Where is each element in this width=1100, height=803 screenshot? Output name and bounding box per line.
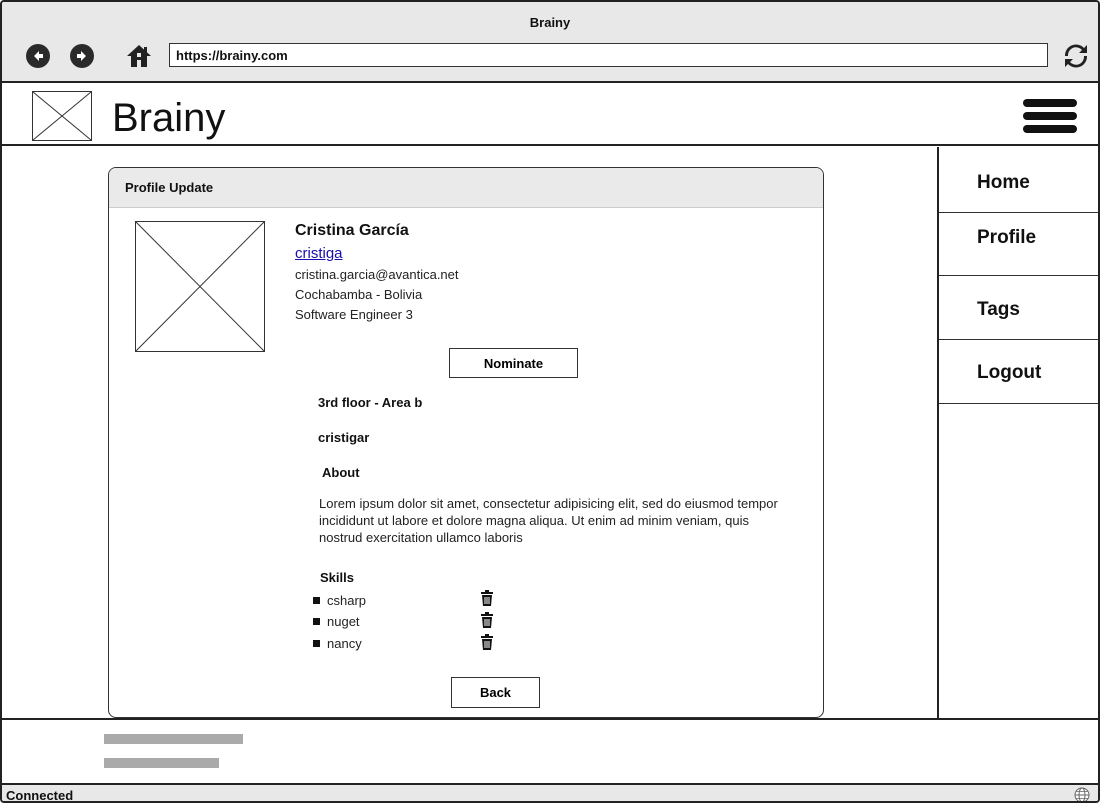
avatar-placeholder <box>135 221 265 352</box>
about-heading: About <box>322 465 360 480</box>
trash-icon[interactable] <box>481 590 493 606</box>
profile-handle: cristigar <box>318 430 370 445</box>
status-text: Connected <box>6 788 74 803</box>
reload-icon[interactable] <box>1062 42 1090 70</box>
panel-title: Profile Update <box>109 168 823 208</box>
status-bar: Connected <box>2 785 1098 803</box>
bullet-icon <box>313 618 320 625</box>
skill-item: nancy <box>313 636 362 651</box>
trash-icon[interactable] <box>481 634 493 650</box>
nav-item-logout[interactable]: Logout <box>939 340 1098 404</box>
back-button[interactable]: Back <box>451 677 540 708</box>
url-input[interactable]: https://brainy.com <box>169 43 1048 67</box>
bullet-icon <box>313 640 320 647</box>
nav-item-label: Tags <box>977 299 1020 320</box>
back-arrow-icon[interactable] <box>26 44 50 68</box>
footer-placeholder-line <box>104 758 219 768</box>
side-navigation: Home Profile Tags Logout <box>937 147 1098 719</box>
office-location: 3rd floor - Area b <box>318 395 423 410</box>
skill-label: nuget <box>327 614 360 629</box>
skill-label: csharp <box>327 593 367 608</box>
profile-name: Cristina García <box>295 222 409 239</box>
globe-icon <box>1074 787 1090 801</box>
forward-arrow-icon[interactable] <box>70 44 94 68</box>
browser-window: Brainy https://brainy.com Brainy Home Pr… <box>0 0 1100 803</box>
brand-title: Brainy <box>112 96 226 140</box>
nav-item-profile[interactable]: Profile <box>939 213 1098 276</box>
skill-label: nancy <box>327 636 362 651</box>
nominate-button[interactable]: Nominate <box>449 348 578 378</box>
nav-item-label: Home <box>977 172 1030 193</box>
nav-item-label: Profile <box>977 227 1037 248</box>
window-title: Brainy <box>529 15 571 30</box>
skills-heading: Skills <box>320 570 354 585</box>
page-footer <box>2 718 1098 785</box>
app-header: Brainy <box>2 83 1098 146</box>
skill-item: csharp <box>313 593 366 608</box>
profile-location: Cochabamba - Bolivia <box>295 287 423 302</box>
profile-role: Software Engineer 3 <box>295 307 413 322</box>
trash-icon[interactable] <box>481 612 493 628</box>
browser-titlebar: Brainy https://brainy.com <box>2 2 1098 83</box>
footer-placeholder-line <box>104 734 243 744</box>
hamburger-menu-icon[interactable] <box>1022 98 1078 139</box>
home-icon[interactable] <box>126 43 152 69</box>
skill-item: nuget <box>313 614 360 629</box>
nav-item-tags[interactable]: Tags <box>939 276 1098 340</box>
bullet-icon <box>313 597 320 604</box>
logo-placeholder[interactable] <box>32 91 92 141</box>
profile-update-panel: Profile Update Cristina García cristiga … <box>108 167 824 718</box>
about-text: Lorem ipsum dolor sit amet, consectetur … <box>319 496 778 545</box>
profile-username-link[interactable]: cristiga <box>295 245 343 262</box>
nav-item-home[interactable]: Home <box>939 147 1098 213</box>
nav-item-label: Logout <box>977 362 1042 383</box>
profile-email: cristina.garcia@avantica.net <box>295 267 459 282</box>
